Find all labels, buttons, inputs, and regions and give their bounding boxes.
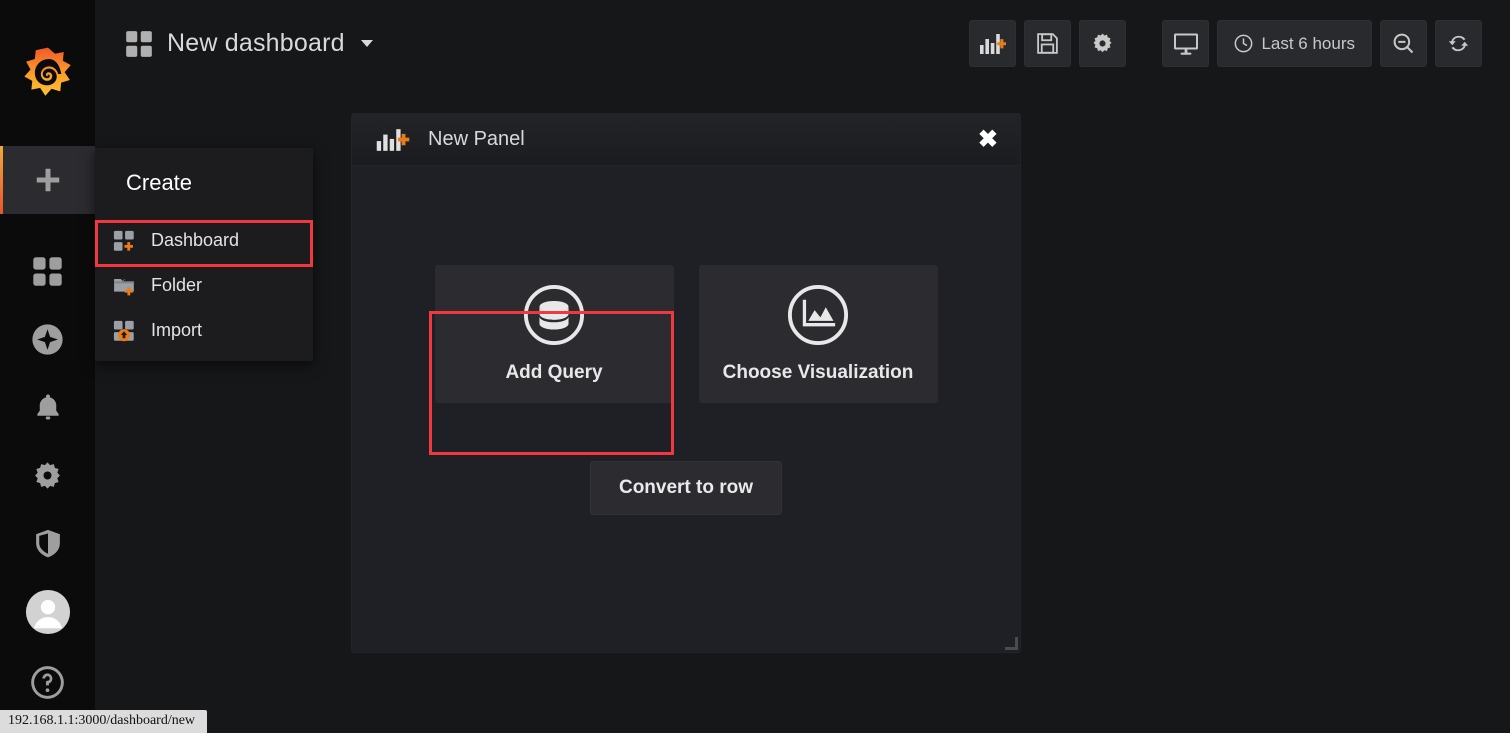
sidebar-item-explore[interactable] [0, 305, 95, 373]
clock-icon [1235, 34, 1253, 53]
panel-option-cards: Add Query Choose Visualization [434, 265, 938, 403]
convert-to-row-button[interactable]: Convert to row [589, 461, 783, 515]
import-icon [113, 320, 135, 342]
choose-visualization-card[interactable]: Choose Visualization [698, 265, 938, 403]
shield-icon [35, 529, 60, 558]
sidebar-item-user-profile[interactable] [0, 577, 95, 647]
new-panel: New Panel ✖ Add Query Choose Visualizati… [351, 113, 1021, 653]
sidebar-item-configuration[interactable] [0, 441, 95, 509]
create-menu-item-dashboard[interactable]: Dashboard [95, 218, 313, 263]
sidebar-item-dashboards[interactable] [0, 237, 95, 305]
add-panel-icon [376, 128, 410, 151]
create-menu-item-label: Dashboard [151, 230, 240, 250]
panel-resize-handle[interactable] [1005, 637, 1018, 650]
topbar-actions: Last 6 hours [969, 20, 1482, 67]
save-dashboard-button[interactable] [1024, 20, 1072, 67]
user-avatar-icon [25, 589, 70, 635]
create-dropdown-menu: Create Dashboard Folder Import [95, 148, 313, 361]
compass-icon [32, 323, 63, 355]
panel-header: New Panel ✖ [352, 114, 1020, 166]
create-menu-item-folder[interactable]: Folder [95, 263, 313, 308]
gear-icon [1093, 33, 1112, 53]
graph-icon [787, 284, 849, 346]
choose-visualization-card-label: Choose Visualization [722, 362, 914, 383]
dashboard-add-icon [113, 230, 135, 252]
create-menu-item-label: Import [151, 320, 203, 340]
add-query-card[interactable]: Add Query [434, 265, 674, 403]
panel-title: New Panel [428, 128, 525, 150]
grafana-new-dashboard-page: New dashboard Last 6 hours Create Dashbo… [0, 0, 1510, 733]
plus-icon [36, 168, 59, 191]
bell-icon [36, 394, 59, 420]
main-sidebar [0, 0, 95, 733]
save-icon [1037, 33, 1059, 54]
time-range-picker[interactable]: Last 6 hours [1217, 20, 1372, 67]
page-title: New dashboard [167, 29, 345, 57]
folder-add-icon [113, 275, 135, 297]
dashboard-grid-icon [126, 30, 152, 57]
gear-icon [35, 461, 60, 489]
add-panel-icon [979, 33, 1006, 54]
sidebar-item-alerting[interactable] [0, 373, 95, 441]
sidebar-item-help[interactable] [0, 647, 95, 717]
create-menu-item-label: Folder [151, 275, 203, 295]
dashboard-title-group[interactable]: New dashboard [125, 29, 373, 58]
monitor-icon [1173, 33, 1198, 55]
grafana-logo-icon [23, 47, 71, 96]
panel-body: Add Query Choose Visualization Convert t… [352, 166, 1020, 652]
add-query-card-label: Add Query [505, 362, 603, 383]
grid-icon [33, 256, 62, 286]
time-range-label: Last 6 hours [1261, 33, 1355, 53]
close-icon[interactable]: ✖ [972, 124, 1004, 156]
refresh-icon [1448, 35, 1469, 52]
status-bar-url: 192.168.1.1:3000/dashboard/new [0, 710, 208, 733]
grafana-logo[interactable] [0, 0, 95, 146]
dashboard-settings-button[interactable] [1079, 20, 1127, 67]
sidebar-item-server-admin[interactable] [0, 509, 95, 577]
chevron-down-icon[interactable] [360, 40, 373, 47]
create-menu-heading: Create [126, 170, 193, 195]
top-navbar: New dashboard Last 6 hours [95, 0, 1510, 87]
refresh-button[interactable] [1435, 20, 1482, 67]
database-icon [523, 284, 585, 346]
add-panel-button[interactable] [969, 20, 1017, 67]
zoom-out-icon [1393, 33, 1414, 54]
cycle-view-mode-button[interactable] [1162, 20, 1210, 67]
create-menu-item-import[interactable]: Import [95, 308, 313, 353]
zoom-out-button[interactable] [1380, 20, 1427, 67]
question-circle-icon [31, 665, 64, 699]
sidebar-item-create[interactable] [0, 145, 95, 214]
